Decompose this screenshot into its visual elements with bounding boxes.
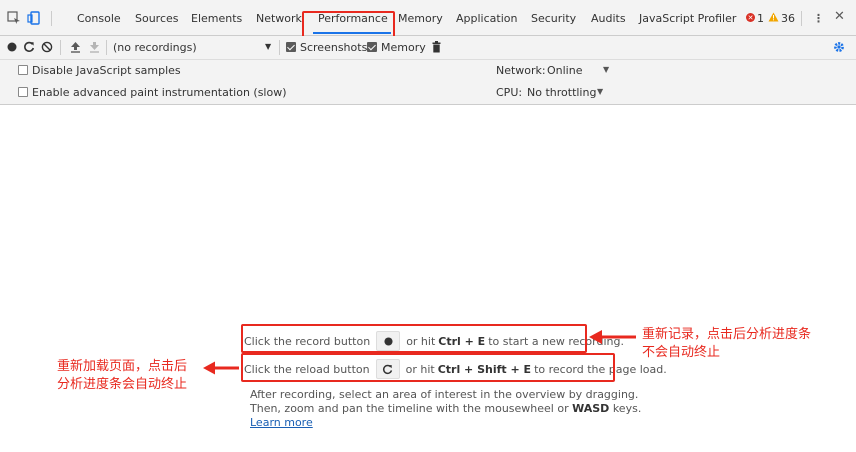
advanced-paint-checkbox[interactable] (18, 87, 28, 97)
tab-sources[interactable]: Sources (135, 12, 179, 26)
record-instruction-mid: or hit (406, 334, 436, 348)
tab-javascript-profiler[interactable]: JavaScript Profiler (639, 12, 736, 26)
instructions-line-2-pre: Then, zoom and pan the timeline with the… (250, 402, 569, 415)
screenshots-label: Screenshots (300, 41, 368, 54)
reload-instruction: Click the reload button or hit Ctrl + Sh… (244, 357, 667, 381)
tab-network[interactable]: Network (256, 12, 302, 26)
tab-performance[interactable]: Performance (318, 12, 388, 26)
tab-application[interactable]: Application (456, 12, 517, 26)
chevron-down-icon[interactable]: ▼ (597, 87, 603, 96)
warning-icon (768, 12, 779, 25)
instructions-line-2: Then, zoom and pan the timeline with the… (250, 402, 641, 416)
divider (106, 40, 107, 55)
reload-shortcut: Ctrl + Shift + E (437, 362, 532, 376)
settings-row-1: Disable JavaScript samples Network: Onli… (0, 60, 856, 82)
performance-toolbar: (no recordings) ▼ Screenshots Memory (0, 36, 856, 60)
devtools-tabbar: Console Sources Elements Network Perform… (0, 0, 856, 36)
gear-icon[interactable] (832, 40, 846, 54)
screenshots-checkbox[interactable] (286, 42, 296, 52)
record-icon[interactable] (5, 40, 19, 54)
advanced-paint-label: Enable advanced paint instrumentation (s… (32, 86, 287, 99)
cpu-throttling-select[interactable]: No throttling (527, 86, 596, 99)
wasd-keys: WASD (572, 402, 610, 415)
record-instruction-pre: Click the record button (244, 334, 371, 348)
inspect-element-icon[interactable] (6, 10, 22, 26)
more-options-icon[interactable]: ⋮ (813, 12, 824, 26)
tab-elements[interactable]: Elements (191, 12, 242, 26)
record-instruction: Click the record button or hit Ctrl + E … (244, 329, 624, 353)
divider (279, 40, 280, 55)
record-shortcut: Ctrl + E (438, 334, 486, 348)
settings-row-2: Enable advanced paint instrumentation (s… (0, 82, 856, 105)
annotation-arrow-left-icon (589, 330, 636, 344)
memory-label: Memory (381, 41, 426, 54)
instructions-line-1: After recording, select an area of inter… (250, 388, 639, 401)
load-profile-icon[interactable] (68, 40, 82, 54)
tab-memory[interactable]: Memory (398, 12, 443, 26)
reload-icon[interactable] (22, 40, 36, 54)
annotation-arrow-left-icon (203, 361, 239, 375)
chevron-down-icon[interactable]: ▼ (265, 42, 271, 51)
reload-instruction-mid: or hit (405, 362, 435, 376)
device-toolbar-icon[interactable] (26, 10, 42, 26)
disable-js-samples-label: Disable JavaScript samples (32, 64, 181, 77)
learn-more-link[interactable]: Learn more (250, 416, 313, 429)
active-tab-indicator (313, 32, 391, 34)
tab-security[interactable]: Security (531, 12, 576, 26)
divider (60, 40, 61, 55)
tab-audits[interactable]: Audits (591, 12, 626, 26)
trash-icon[interactable] (429, 40, 443, 54)
divider (801, 11, 802, 26)
annotation-reload-line-2: 分析进度条会自动终止 (57, 377, 188, 392)
annotation-record-line-2: 不会自动终止 (642, 345, 721, 360)
recordings-select[interactable]: (no recordings) (113, 41, 197, 54)
clear-icon[interactable] (40, 40, 54, 54)
error-count[interactable]: 1 (757, 12, 764, 26)
reload-instruction-post: to record the page load. (534, 362, 667, 376)
reload-instruction-pre: Click the reload button (244, 362, 370, 376)
memory-checkbox[interactable] (367, 42, 377, 52)
network-label: Network: (496, 64, 546, 77)
warning-count[interactable]: 36 (781, 12, 795, 26)
instructions-line-2-post: keys. (612, 402, 642, 415)
annotation-reload-line-1: 重新加载页面，点击后 (57, 359, 188, 374)
tab-console[interactable]: Console (77, 12, 121, 26)
save-profile-icon[interactable] (87, 40, 101, 54)
chevron-down-icon[interactable]: ▼ (603, 65, 609, 74)
reload-button[interactable] (375, 359, 400, 379)
record-button[interactable] (376, 331, 401, 351)
error-icon: ✕ (746, 13, 755, 22)
annotation-record-line-1: 重新记录，点击后分析进度条 (642, 327, 812, 342)
cpu-label: CPU: (496, 86, 523, 99)
divider (51, 11, 52, 26)
network-throttling-select[interactable]: Online (547, 64, 582, 77)
disable-js-samples-checkbox[interactable] (18, 65, 28, 75)
close-icon[interactable]: ✕ (834, 10, 845, 24)
